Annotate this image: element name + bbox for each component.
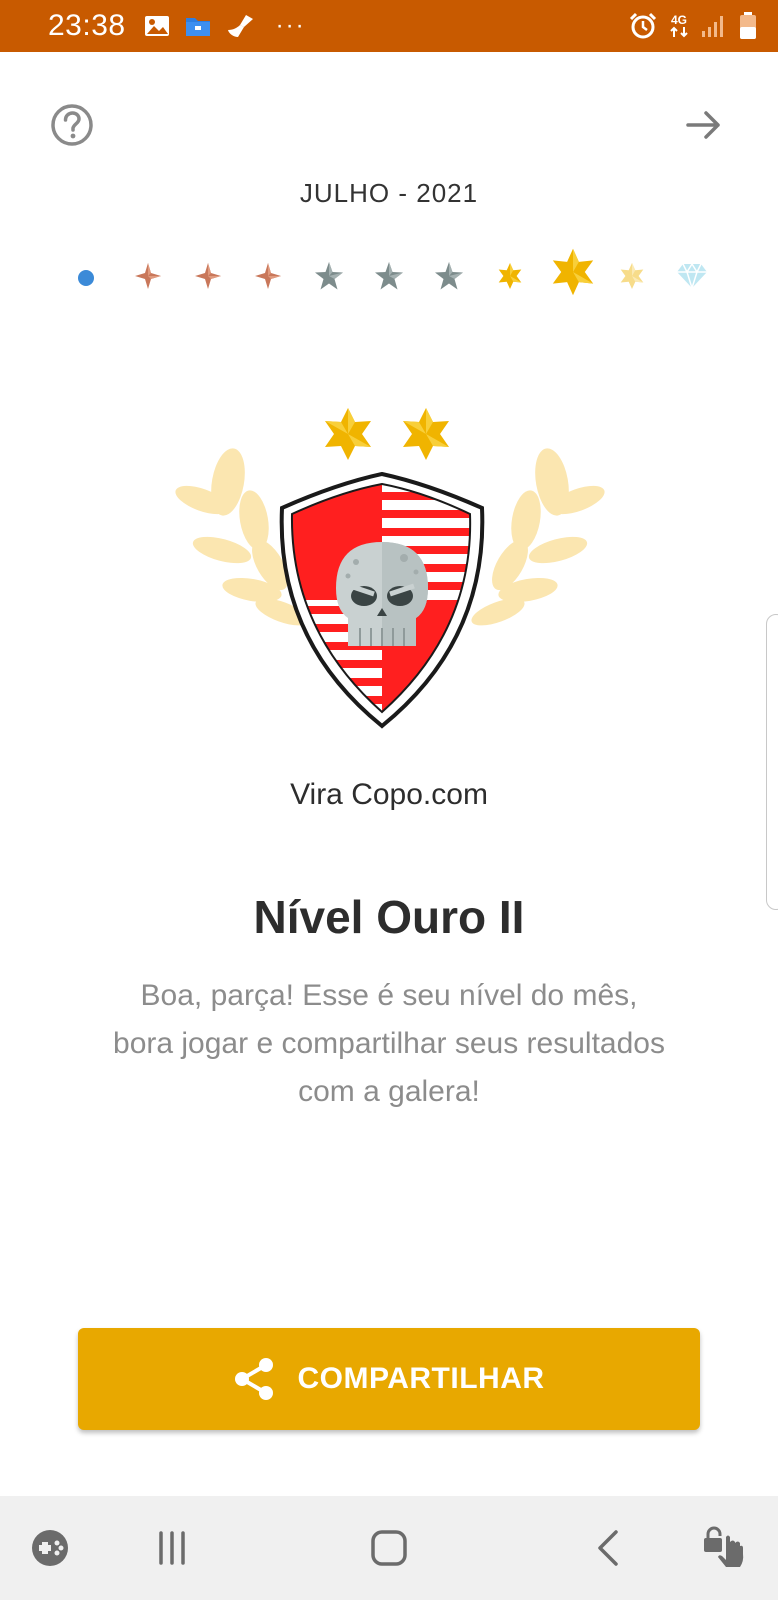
star-icon[interactable] (314, 261, 344, 291)
battery-icon (740, 12, 756, 39)
edge-panel-handle[interactable] (766, 614, 778, 910)
share-icon (235, 1358, 274, 1400)
home-icon (371, 1530, 407, 1566)
back-icon (598, 1530, 618, 1566)
touch-lock-button[interactable] (690, 1496, 756, 1600)
badge-star-icon (403, 408, 449, 460)
sparkle-icon[interactable] (194, 262, 222, 290)
skull-icon (336, 542, 428, 646)
game-launcher-button[interactable] (20, 1496, 80, 1600)
recent-apps-icon (159, 1531, 185, 1565)
system-nav-bar (0, 1496, 778, 1600)
gold-star-icon-locked[interactable] (618, 262, 646, 290)
touch-lock-icon (704, 1526, 744, 1567)
gold-star-icon-current[interactable] (548, 246, 598, 298)
alarm-icon (629, 12, 657, 39)
share-button-label: COMPARTILHAR (297, 1362, 545, 1395)
folder-icon (185, 18, 210, 36)
level-badge (175, 408, 605, 729)
status-notification-icons: ··· (144, 12, 306, 40)
signal-icon (702, 16, 723, 37)
more-notifications: ··· (275, 12, 306, 39)
network-type: 4G (670, 13, 687, 27)
recent-apps-button[interactable] (140, 1496, 204, 1600)
network-4g-icon: 4G (670, 14, 688, 38)
laurel-right (471, 448, 605, 626)
share-button[interactable]: COMPARTILHAR (78, 1328, 700, 1430)
broom-icon (227, 15, 253, 37)
gold-star-icon[interactable] (496, 262, 524, 290)
dot-icon[interactable] (76, 268, 96, 288)
star-icon[interactable] (434, 261, 464, 291)
back-button[interactable] (576, 1496, 640, 1600)
status-system-icons: 4G (628, 11, 758, 41)
sparkle-icon[interactable] (134, 262, 162, 290)
help-circle-icon[interactable] (50, 103, 94, 147)
game-launcher-icon (32, 1530, 68, 1566)
month-label: JULHO - 2021 (299, 178, 479, 208)
level-title: Nível Ouro II (253, 891, 525, 943)
arrow-right-icon[interactable] (684, 105, 724, 145)
star-icon[interactable] (374, 261, 404, 291)
badge-star-icon (325, 408, 371, 460)
diamond-icon[interactable] (676, 262, 708, 290)
status-time: 23:38 (48, 9, 126, 42)
level-progress-strip (0, 248, 778, 308)
gallery-icon (144, 16, 169, 36)
status-bar: 23:38 ··· 4G (0, 0, 778, 52)
team-name: Vira Copo.com (290, 778, 488, 811)
home-button[interactable] (356, 1496, 422, 1600)
level-description: Boa, parça! Esse é seu nível do mês, bor… (113, 979, 665, 1108)
sparkle-icon[interactable] (254, 262, 282, 290)
